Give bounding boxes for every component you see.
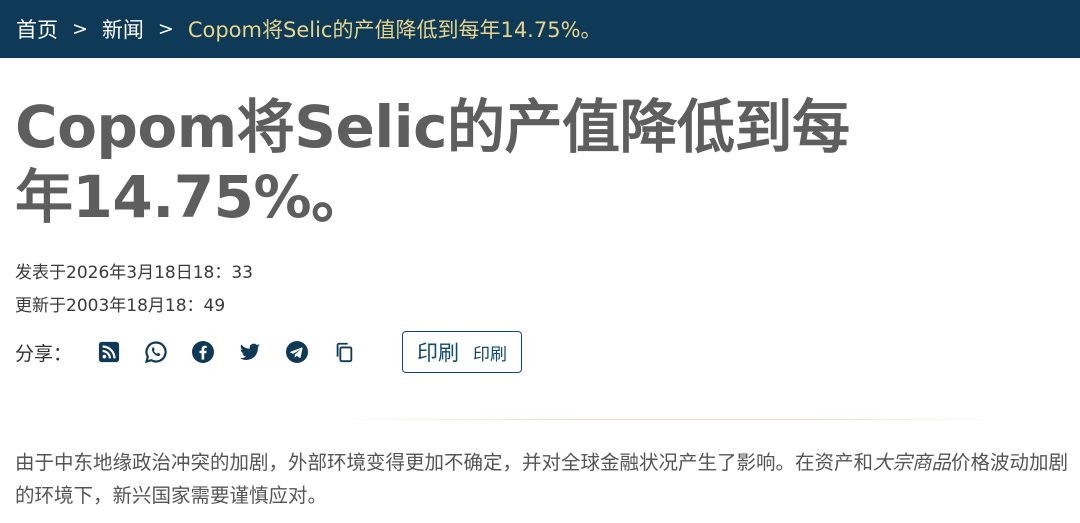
article-body-text: 由于中东地缘政治冲突的加剧，外部环境变得更加不确定，并对全球金融状况产生了影响。… — [15, 451, 874, 474]
telegram-icon[interactable] — [284, 339, 310, 365]
published-date: 发表于2026年3月18日18：33 — [15, 263, 253, 283]
breadcrumb-separator: > — [72, 18, 88, 40]
breadcrumb: 首页 > 新闻 > Copom将Selic的产值降低到每年14.75%。 — [0, 0, 1080, 58]
breadcrumb-news-link[interactable]: 新闻 — [102, 14, 144, 44]
share-bar: 分享： 印刷 印刷 — [15, 330, 523, 374]
article-body-emphasis: 大宗商品 — [873, 451, 952, 474]
print-button[interactable]: 印刷 印刷 — [402, 331, 523, 373]
share-label: 分享： — [15, 342, 73, 365]
facebook-icon[interactable] — [190, 339, 216, 365]
breadcrumb-separator: > — [157, 18, 174, 40]
print-button-label: 印刷 — [417, 341, 460, 365]
updated-date: 更新于2003年18月18：49 — [15, 296, 226, 316]
breadcrumb-current: Copom将Selic的产值降低到每年14.75%。 — [187, 18, 602, 42]
article-title: Copom将Selic的产值降低到每年14.75%。 — [15, 93, 850, 231]
copy-icon[interactable] — [331, 339, 357, 365]
article-body: 由于中东地缘政治冲突的加剧，外部环境变得更加不确定，并对全球金融状况产生了影响。… — [15, 446, 1070, 512]
twitter-icon[interactable] — [237, 339, 263, 365]
print-button-sublabel: 印刷 — [473, 344, 508, 365]
breadcrumb-home-link[interactable]: 首页 — [16, 14, 58, 44]
whatsapp-icon[interactable] — [143, 339, 169, 365]
divider — [330, 419, 1000, 420]
rss-icon[interactable] — [96, 339, 122, 365]
